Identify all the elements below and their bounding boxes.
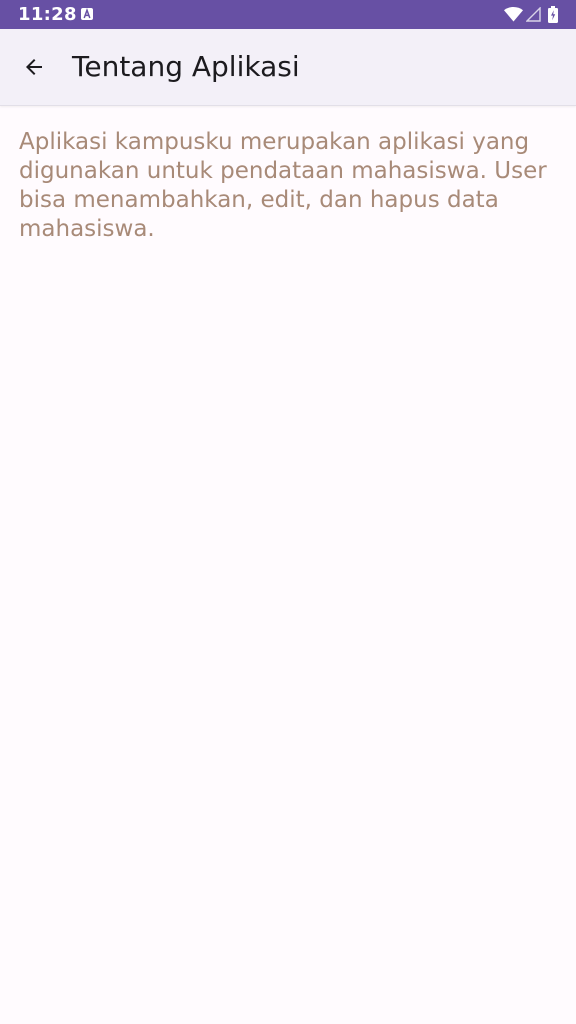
a-notification-icon [81,8,93,20]
status-time: 11:28 [18,4,77,25]
status-bar: 11:28 [0,0,576,29]
back-button[interactable] [10,43,58,91]
cellular-signal-icon [526,7,541,22]
about-description: Aplikasi kampusku merupakan aplikasi yan… [19,129,547,242]
wifi-icon [504,7,523,22]
app-bar: Tentang Aplikasi [0,29,576,106]
page-title: Tentang Aplikasi [72,50,300,83]
battery-charging-icon [548,6,558,23]
arrow-back-icon [26,59,42,75]
